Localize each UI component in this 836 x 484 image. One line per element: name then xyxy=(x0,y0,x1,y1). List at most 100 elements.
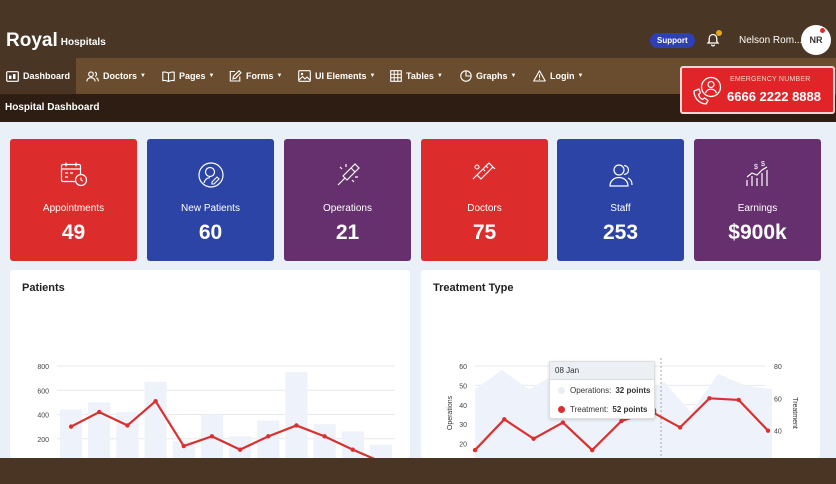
stat-label: Appointments xyxy=(42,203,105,214)
nav-dashboard[interactable]: Dashboard xyxy=(0,58,77,94)
tooltip-treatment-label: Treatment: xyxy=(570,405,609,414)
nav-pages-label: Pages xyxy=(179,71,206,81)
support-button[interactable]: Support xyxy=(650,33,695,48)
operation-icon xyxy=(337,163,360,186)
y-left-tick-label: 50 xyxy=(459,383,467,390)
nav-tables[interactable]: Tables ▼ xyxy=(390,58,443,94)
data-point xyxy=(560,420,566,425)
nav-forms[interactable]: Forms ▼ xyxy=(229,58,282,94)
footer-bar xyxy=(0,458,836,484)
y-tick-label: 400 xyxy=(37,413,49,420)
y-left-axis-label: Operations xyxy=(447,395,454,430)
stat-card-appointments[interactable]: Appointments 49 xyxy=(10,139,137,261)
bar xyxy=(60,409,83,458)
stat-label: Earnings xyxy=(737,203,778,214)
y-tick-label: 200 xyxy=(37,437,49,444)
legend-dot-treatment xyxy=(558,406,565,413)
data-point xyxy=(531,436,536,441)
data-point xyxy=(765,428,771,433)
grid-icon xyxy=(390,70,402,82)
chevron-down-icon: ▼ xyxy=(208,73,215,79)
data-point xyxy=(590,447,595,453)
nav-doctors-label: Doctors xyxy=(103,71,138,81)
stat-label: New Patients xyxy=(181,203,240,214)
brand-logo[interactable]: Royal Hospitals xyxy=(6,30,106,54)
nav-graphs[interactable]: Graphs ▼ xyxy=(460,58,516,94)
nav-doctors[interactable]: Doctors ▼ xyxy=(86,58,146,94)
data-point xyxy=(472,447,478,453)
emergency-number-box[interactable]: EMERGENCY NUMBER 6666 2222 8888 xyxy=(680,66,835,114)
stat-label: Operations xyxy=(323,203,372,214)
stat-label: Staff xyxy=(610,203,631,214)
y-right-tick-label: 80 xyxy=(774,364,782,371)
brand-sub: Hospitals xyxy=(60,37,106,48)
stat-card-doctors[interactable]: Doctors 75 xyxy=(421,139,548,261)
top-bar: Royal Hospitals Support Nelson Rom... NR xyxy=(0,0,836,58)
page-title: Hospital Dashboard xyxy=(5,102,100,113)
data-point xyxy=(209,434,215,439)
patients-chart: 8006004002000 xyxy=(37,364,395,458)
nav-login[interactable]: Login ▼ xyxy=(533,58,583,94)
stat-value: 253 xyxy=(602,221,639,244)
data-point xyxy=(707,396,712,401)
dashboard-content: Appointments 49 New Patients 60 Operatio… xyxy=(0,122,836,458)
chevron-down-icon: ▼ xyxy=(436,73,443,79)
nav-forms-label: Forms xyxy=(246,71,274,81)
data-point xyxy=(736,397,741,403)
nav-login-label: Login xyxy=(550,71,575,81)
y-left-tick-label: 60 xyxy=(459,364,467,371)
stat-card-new-patients[interactable]: New Patients 60 xyxy=(147,139,274,261)
data-point xyxy=(294,423,299,428)
user-name[interactable]: Nelson Rom... xyxy=(739,35,802,46)
tooltip-date: 08 Jan xyxy=(550,362,654,380)
stat-value: 21 xyxy=(335,221,360,244)
avatar-status-dot xyxy=(819,27,826,34)
syringe-icon xyxy=(472,162,495,180)
data-point xyxy=(619,418,624,424)
chevron-down-icon: ▼ xyxy=(369,73,376,79)
tooltip-treatment-value: 52 points xyxy=(612,405,648,414)
image-icon xyxy=(298,70,311,82)
nav-graphs-label: Graphs xyxy=(476,71,508,81)
data-point xyxy=(266,434,271,439)
chevron-down-icon: ▼ xyxy=(140,73,146,79)
warning-icon xyxy=(533,70,546,82)
svg-text:$: $ xyxy=(761,161,765,168)
svg-text:$: $ xyxy=(754,164,758,171)
book-icon xyxy=(162,70,175,82)
data-point xyxy=(677,425,683,430)
nav-pages[interactable]: Pages ▼ xyxy=(162,58,214,94)
tooltip-operations-value: 32 points xyxy=(615,386,651,395)
stat-card-staff[interactable]: Staff 253 xyxy=(557,139,684,261)
patients-panel: Patients 8006004002000 xyxy=(10,270,410,458)
tooltip-operations-label: Operations: xyxy=(570,386,612,395)
data-point xyxy=(125,423,130,428)
stat-value: 60 xyxy=(198,221,223,244)
nav-tables-label: Tables xyxy=(406,71,434,81)
emergency-number: 6666 2222 8888 xyxy=(727,89,821,104)
avatar[interactable]: NR xyxy=(801,25,831,55)
data-point xyxy=(237,447,243,452)
data-point xyxy=(350,447,355,452)
y-right-tick-label: 60 xyxy=(774,396,782,403)
data-point xyxy=(181,443,186,449)
stat-value: $900k xyxy=(728,221,787,244)
dashboard-icon xyxy=(6,70,19,82)
nav-ui-elements[interactable]: UI Elements ▼ xyxy=(298,58,375,94)
legend-dot-operations xyxy=(558,387,565,394)
notification-dot xyxy=(716,30,722,36)
chevron-down-icon: ▼ xyxy=(510,73,517,79)
tooltip-treatment-row: Treatment: 52 points xyxy=(558,405,648,414)
stat-card-earnings[interactable]: $ $ Earnings $900k xyxy=(694,139,821,261)
data-point xyxy=(502,417,507,422)
chevron-down-icon: ▼ xyxy=(577,73,584,79)
stat-card-operations[interactable]: Operations 21 xyxy=(284,139,411,261)
edit-icon xyxy=(229,70,242,82)
stat-value: 49 xyxy=(61,221,86,244)
calendar-icon xyxy=(60,162,87,187)
y-left-tick-label: 40 xyxy=(459,403,467,410)
chart-tooltip: 08 Jan Operations: 32 points Treatment: 52… xyxy=(549,361,655,419)
users-icon xyxy=(86,70,99,82)
data-point xyxy=(68,424,74,429)
nav-ui-elements-label: UI Elements xyxy=(315,71,367,81)
